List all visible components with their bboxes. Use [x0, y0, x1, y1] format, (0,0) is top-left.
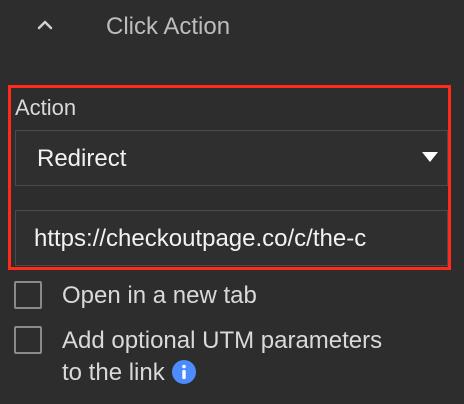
utm-parameters-checkbox[interactable] [14, 326, 42, 354]
click-action-section-header[interactable]: Click Action [0, 0, 464, 58]
utm-label-line2: to the link [62, 359, 165, 386]
chevron-up-icon[interactable] [34, 14, 56, 36]
utm-label-line2-wrap: to the link [62, 357, 382, 389]
info-icon[interactable] [171, 359, 197, 385]
action-select-value: Redirect [37, 145, 127, 172]
section-title: Click Action [106, 13, 231, 40]
redirect-url-input[interactable]: https://checkoutpage.co/c/the-c [15, 210, 448, 266]
open-new-tab-checkbox[interactable] [14, 281, 42, 309]
redirect-url-value: https://checkoutpage.co/c/the-c [34, 225, 367, 252]
caret-down-icon [422, 152, 438, 162]
utm-parameters-label[interactable]: Add optional UTM parameters to the link [62, 325, 382, 389]
open-new-tab-label[interactable]: Open in a new tab [62, 280, 257, 312]
action-select[interactable]: Redirect [15, 130, 448, 186]
utm-label-line1: Add optional UTM parameters [62, 327, 383, 354]
action-label: Action [15, 95, 77, 120]
